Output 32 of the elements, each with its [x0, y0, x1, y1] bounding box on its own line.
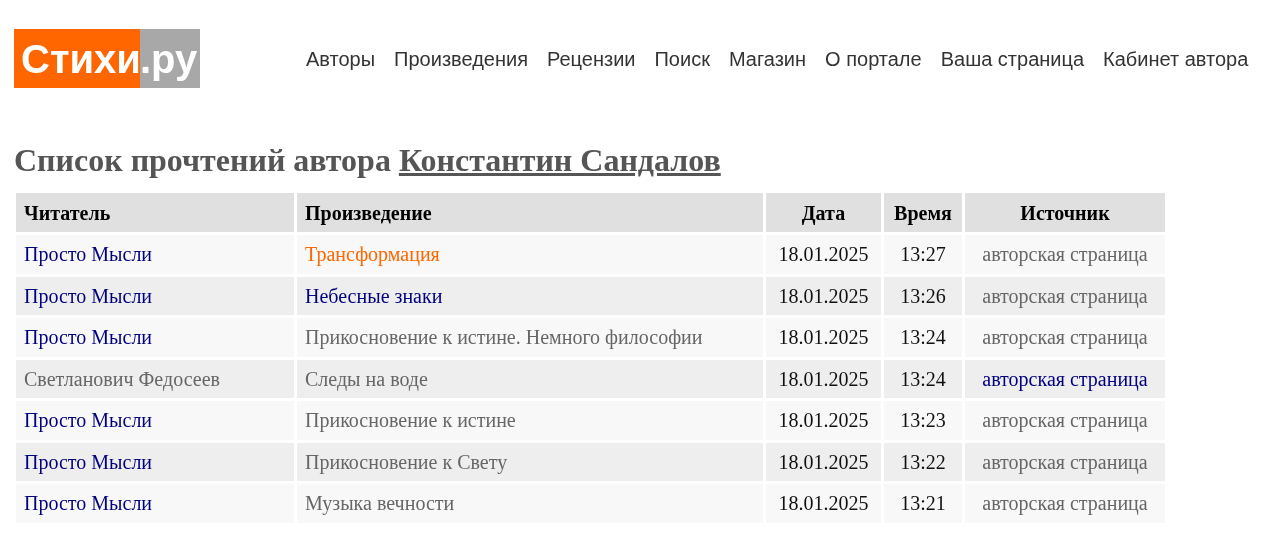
nav-link[interactable]: Ваша страница — [940, 43, 1085, 74]
time-cell: 13:26 — [884, 276, 962, 315]
time-cell: 13:24 — [884, 359, 962, 398]
nav-link[interactable]: Произведения — [394, 43, 528, 74]
time-cell: 13:24 — [884, 318, 962, 357]
date-cell: 18.01.2025 — [766, 318, 881, 357]
date-cell: 18.01.2025 — [766, 484, 881, 523]
date-cell: 18.01.2025 — [766, 235, 881, 274]
time-cell: 13:22 — [884, 442, 962, 481]
nav-link[interactable]: Кабинет автора — [1103, 43, 1249, 74]
time-cell: 13:21 — [884, 484, 962, 523]
column-header: Читатель — [16, 193, 294, 232]
work-link[interactable]: Небесные знаки — [305, 284, 443, 307]
date-cell: 18.01.2025 — [766, 401, 881, 440]
time-cell: 13:27 — [884, 235, 962, 274]
nav-link[interactable]: Поиск — [654, 43, 710, 74]
date-cell: 18.01.2025 — [766, 442, 881, 481]
date-cell: 18.01.2025 — [766, 276, 881, 315]
column-header: Дата — [766, 193, 881, 232]
date-cell: 18.01.2025 — [766, 359, 881, 398]
nav-link[interactable]: О портале — [825, 43, 922, 74]
nav-link[interactable]: Рецензии — [547, 43, 636, 74]
column-header: Источник — [965, 193, 1165, 232]
work-link[interactable]: Музыка вечности — [305, 492, 455, 515]
nav-link[interactable]: Магазин — [728, 43, 807, 74]
page-heading: Список прочтений автора — [14, 142, 391, 178]
nav-link[interactable]: Авторы — [306, 43, 376, 74]
column-header: Произведение — [297, 193, 763, 232]
column-header: Время — [884, 193, 962, 232]
author-link[interactable]: Константин Сандалов — [398, 142, 721, 178]
work-link[interactable]: Следы на воде — [305, 367, 428, 390]
time-cell: 13:23 — [884, 401, 962, 440]
